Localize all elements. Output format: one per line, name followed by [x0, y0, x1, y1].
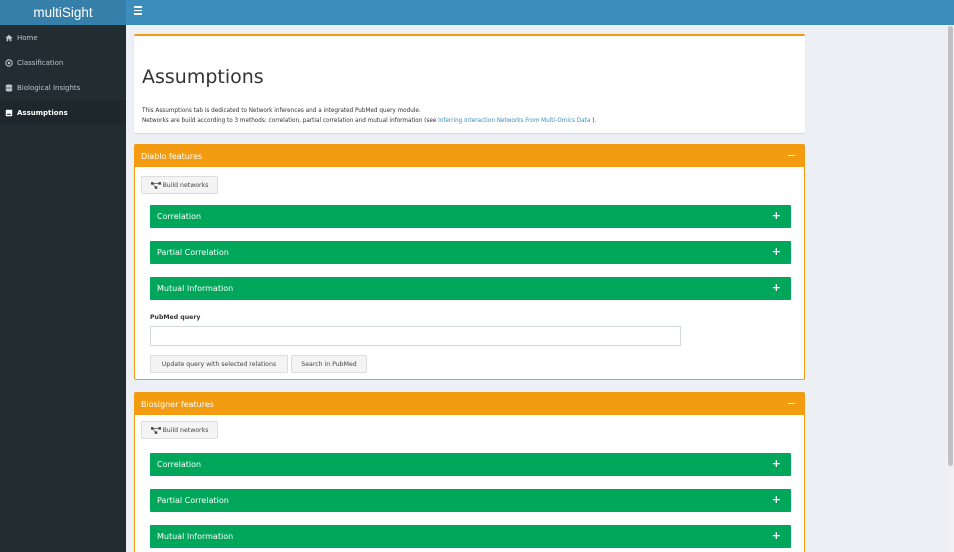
- search-pubmed-button[interactable]: Search in PubMed: [291, 355, 367, 373]
- intro-box: Assumptions This Assumptions tab is dedi…: [134, 34, 805, 133]
- intro-line-2-suffix: ).: [590, 117, 597, 124]
- update-query-label: Update query with selected relations: [161, 360, 277, 368]
- pubmed-query-label: PubMed query: [150, 314, 201, 321]
- pubmed-query-input[interactable]: [150, 326, 681, 346]
- intro-line-2: Networks are build according to 3 method…: [142, 117, 596, 127]
- mutual-information-section-header[interactable]: Mutual Information +: [150, 277, 791, 300]
- intro-line-2-text: Networks are build according to 3 method…: [142, 117, 439, 124]
- main-content: Assumptions This Assumptions tab is dedi…: [126, 25, 946, 552]
- expand-icon[interactable]: +: [772, 281, 781, 294]
- app-logo[interactable]: multiSight: [0, 0, 126, 25]
- expand-icon[interactable]: +: [772, 209, 781, 222]
- partial-correlation-section-header[interactable]: Partial Correlation +: [150, 489, 791, 512]
- sidebar-item-label: Assumptions: [17, 108, 68, 117]
- diablo-panel-title: Diablo features: [141, 151, 203, 161]
- sidebar-item-label: Biological Insights: [17, 83, 81, 92]
- menu-toggle-icon[interactable]: [134, 6, 142, 15]
- sidebar-item-home[interactable]: Home: [0, 25, 126, 50]
- expand-icon[interactable]: +: [772, 457, 781, 470]
- intro-description: This Assumptions tab is dedicated to Net…: [142, 107, 596, 126]
- sidebar-item-assumptions[interactable]: Assumptions: [0, 100, 126, 125]
- book-icon: [4, 108, 13, 117]
- build-networks-label: Build networks: [162, 426, 209, 434]
- expand-icon[interactable]: +: [772, 493, 781, 506]
- target-icon: [4, 58, 13, 67]
- biosigner-features-panel: Biosigner features − Build networks Corr…: [134, 392, 805, 552]
- update-query-button[interactable]: Update query with selected relations: [150, 355, 288, 373]
- page-title: Assumptions: [142, 66, 264, 88]
- section-title: Mutual Information: [157, 532, 234, 541]
- home-icon: [4, 33, 13, 42]
- sidebar-item-biological-insights[interactable]: Biological Insights: [0, 75, 126, 100]
- diablo-features-panel: Diablo features − Build networks Correla…: [134, 144, 805, 380]
- top-navbar: [126, 0, 954, 25]
- network-icon: [150, 426, 161, 434]
- collapse-icon[interactable]: −: [787, 397, 796, 410]
- diablo-panel-header: Diablo features −: [135, 145, 804, 167]
- section-title: Correlation: [157, 460, 202, 469]
- sidebar-item-classification[interactable]: Classification: [0, 50, 126, 75]
- build-networks-label: Build networks: [162, 181, 209, 189]
- search-pubmed-label: Search in PubMed: [301, 360, 357, 368]
- expand-icon[interactable]: +: [772, 529, 781, 542]
- mutual-information-section-header[interactable]: Mutual Information +: [150, 525, 791, 548]
- partial-correlation-section-header[interactable]: Partial Correlation +: [150, 241, 791, 264]
- build-networks-button[interactable]: Build networks: [141, 176, 218, 194]
- correlation-section-header[interactable]: Correlation +: [150, 205, 791, 228]
- section-title: Mutual Information: [157, 284, 234, 293]
- biosigner-panel-title: Biosigner features: [141, 399, 214, 409]
- section-title: Partial Correlation: [157, 496, 229, 505]
- correlation-section-header[interactable]: Correlation +: [150, 453, 791, 476]
- app-title: multiSight: [33, 5, 93, 20]
- sidebar-item-label: Home: [17, 33, 38, 42]
- sidebar-item-label: Classification: [17, 58, 64, 67]
- networks-reference-link[interactable]: Inferring Interaction Networks From Mult…: [438, 118, 590, 124]
- collapse-icon[interactable]: −: [787, 149, 796, 162]
- intro-line-1: This Assumptions tab is dedicated to Net…: [142, 108, 421, 114]
- section-title: Correlation: [157, 212, 202, 221]
- biosigner-panel-header: Biosigner features −: [135, 393, 804, 415]
- scrollbar-thumb[interactable]: [948, 26, 953, 466]
- network-icon: [150, 181, 161, 189]
- sidebar: Home Classification Biological Insights …: [0, 25, 126, 552]
- section-title: Partial Correlation: [157, 248, 229, 257]
- expand-icon[interactable]: +: [772, 245, 781, 258]
- database-icon: [4, 83, 13, 92]
- build-networks-button[interactable]: Build networks: [141, 421, 218, 439]
